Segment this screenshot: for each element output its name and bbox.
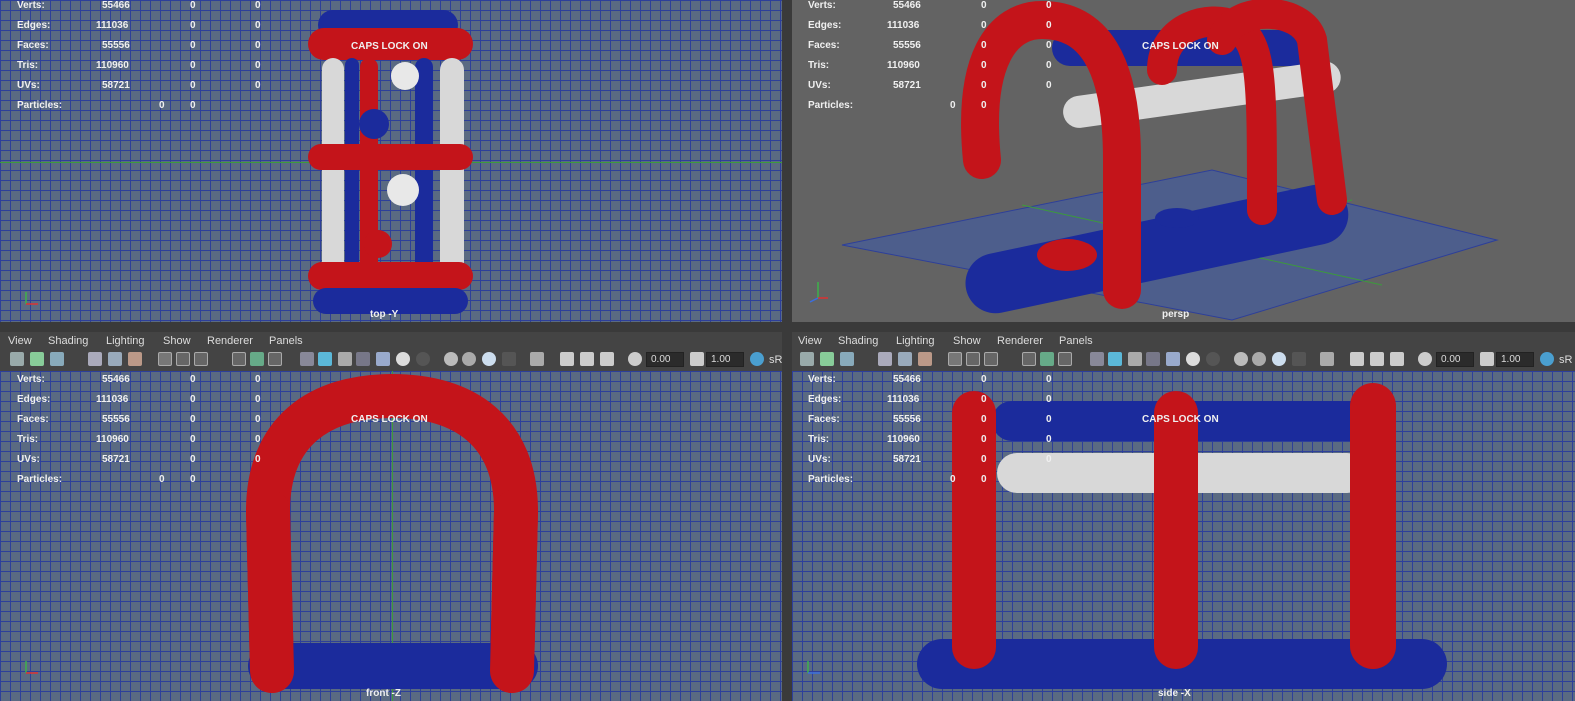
xray-joints-icon[interactable] — [1370, 352, 1384, 366]
shadows-icon[interactable] — [1206, 352, 1220, 366]
menu-renderer[interactable]: Renderer — [207, 335, 253, 347]
grid-toggle-icon[interactable] — [158, 352, 172, 366]
panel-toolbar-side: 0.00 1.00 sR — [792, 349, 1575, 371]
xray-components-icon[interactable] — [1390, 352, 1404, 366]
grease-pencil-icon[interactable] — [128, 352, 142, 366]
exposure-field[interactable]: 0.00 — [646, 352, 684, 367]
field-chart-icon[interactable] — [250, 352, 264, 366]
default-material-icon[interactable] — [1146, 352, 1160, 366]
xray-icon[interactable] — [560, 352, 574, 366]
colorspace-label[interactable]: sR — [1559, 354, 1572, 366]
wireframe-icon[interactable] — [1090, 352, 1104, 366]
textured-icon[interactable] — [1166, 352, 1180, 366]
caps-lock-indicator: CAPS LOCK ON — [1142, 414, 1219, 425]
gamma-field[interactable]: 1.00 — [1496, 352, 1534, 367]
isolate-select-icon[interactable] — [530, 352, 544, 366]
xray-icon[interactable] — [1350, 352, 1364, 366]
exposure-icon[interactable] — [1418, 352, 1432, 366]
textured-icon[interactable] — [376, 352, 390, 366]
panel-toolbar-front: 0.00 1.00 sR — [0, 349, 782, 371]
gate-mask-icon[interactable] — [232, 352, 246, 366]
camera-attributes-icon[interactable] — [820, 352, 834, 366]
gamma-icon[interactable] — [690, 352, 704, 366]
menu-show[interactable]: Show — [953, 335, 981, 347]
exposure-field[interactable]: 0.00 — [1436, 352, 1474, 367]
field-chart-icon[interactable] — [1040, 352, 1054, 366]
camera-label-persp: persp — [1162, 309, 1190, 320]
grease-pencil-icon[interactable] — [918, 352, 932, 366]
wireframe-icon[interactable] — [300, 352, 314, 366]
menu-lighting[interactable]: Lighting — [106, 335, 145, 347]
menu-lighting[interactable]: Lighting — [896, 335, 935, 347]
color-management-icon[interactable] — [750, 352, 764, 366]
axis-gizmo-icon — [809, 282, 828, 303]
menu-renderer[interactable]: Renderer — [997, 335, 1043, 347]
resolution-gate-icon[interactable] — [984, 352, 998, 366]
safe-action-icon[interactable] — [268, 352, 282, 366]
viewport-top[interactable]: Verts: 55466 0 0 Edges: 111036 0 0 Faces: 55556… — [0, 0, 782, 322]
camera-label-front: front -Z — [366, 688, 401, 699]
viewport-front[interactable]: Verts: 55466 0 0 Edges: 111036 0 0 Faces: 55556… — [0, 371, 782, 701]
safe-action-icon[interactable] — [1058, 352, 1072, 366]
anti-aliasing-icon[interactable] — [482, 352, 496, 366]
colorspace-label[interactable]: sR — [769, 354, 782, 366]
caps-lock-indicator: CAPS LOCK ON — [1142, 41, 1219, 52]
viewport-persp[interactable]: Verts: 55466 0 0 Edges: 111036 0 0 Faces: 55556… — [792, 0, 1575, 322]
menu-panels[interactable]: Panels — [269, 335, 303, 347]
gamma-field[interactable]: 1.00 — [706, 352, 744, 367]
axis-gizmo-icon — [807, 661, 820, 674]
exposure-icon[interactable] — [628, 352, 642, 366]
menu-shading[interactable]: Shading — [48, 335, 88, 347]
resolution-gate-icon[interactable] — [194, 352, 208, 366]
camera-label-top: top -Y — [370, 309, 399, 320]
default-material-icon[interactable] — [356, 352, 370, 366]
xray-components-icon[interactable] — [600, 352, 614, 366]
viewport-side[interactable]: Verts: 55466 0 0 Edges: 111036 0 0 Faces: 55556… — [792, 371, 1575, 701]
caps-lock-indicator: CAPS LOCK ON — [351, 414, 428, 425]
depth-of-field-icon[interactable] — [1292, 352, 1306, 366]
menu-shading[interactable]: Shading — [838, 335, 878, 347]
xray-joints-icon[interactable] — [580, 352, 594, 366]
smooth-shade-icon[interactable] — [1108, 352, 1122, 366]
motion-blur-icon[interactable] — [1252, 352, 1266, 366]
bookmark-icon[interactable] — [840, 352, 854, 366]
motion-blur-icon[interactable] — [462, 352, 476, 366]
color-management-icon[interactable] — [1540, 352, 1554, 366]
camera-attributes-icon[interactable] — [30, 352, 44, 366]
two-d-pan-icon[interactable] — [108, 352, 122, 366]
depth-of-field-icon[interactable] — [502, 352, 516, 366]
film-gate-icon[interactable] — [966, 352, 980, 366]
menu-view[interactable]: View — [798, 335, 822, 347]
axis-gizmo-icon — [25, 292, 38, 305]
isolate-select-icon[interactable] — [1320, 352, 1334, 366]
caps-lock-indicator: CAPS LOCK ON — [351, 41, 428, 52]
menu-view[interactable]: View — [8, 335, 32, 347]
wireframe-on-shaded-icon[interactable] — [338, 352, 352, 366]
menu-panels[interactable]: Panels — [1059, 335, 1093, 347]
wireframe-on-shaded-icon[interactable] — [1128, 352, 1142, 366]
two-d-pan-icon[interactable] — [898, 352, 912, 366]
ambient-occlusion-icon[interactable] — [1234, 352, 1248, 366]
panel-menubar-side: View Shading Lighting Show Renderer Pane… — [792, 332, 1575, 350]
gate-mask-icon[interactable] — [1022, 352, 1036, 366]
camera-select-icon[interactable] — [800, 352, 814, 366]
lighting-icon[interactable] — [1186, 352, 1200, 366]
gamma-icon[interactable] — [1480, 352, 1494, 366]
menu-show[interactable]: Show — [163, 335, 191, 347]
image-plane-icon[interactable] — [878, 352, 892, 366]
camera-label-side: side -X — [1158, 688, 1191, 699]
lighting-icon[interactable] — [396, 352, 410, 366]
camera-select-icon[interactable] — [10, 352, 24, 366]
anti-aliasing-icon[interactable] — [1272, 352, 1286, 366]
bookmark-icon[interactable] — [50, 352, 64, 366]
panel-menubar-front: View Shading Lighting Show Renderer Pane… — [0, 332, 782, 350]
smooth-shade-icon[interactable] — [318, 352, 332, 366]
image-plane-icon[interactable] — [88, 352, 102, 366]
shadows-icon[interactable] — [416, 352, 430, 366]
axis-gizmo-icon — [25, 661, 38, 674]
ambient-occlusion-icon[interactable] — [444, 352, 458, 366]
film-gate-icon[interactable] — [176, 352, 190, 366]
grid-toggle-icon[interactable] — [948, 352, 962, 366]
